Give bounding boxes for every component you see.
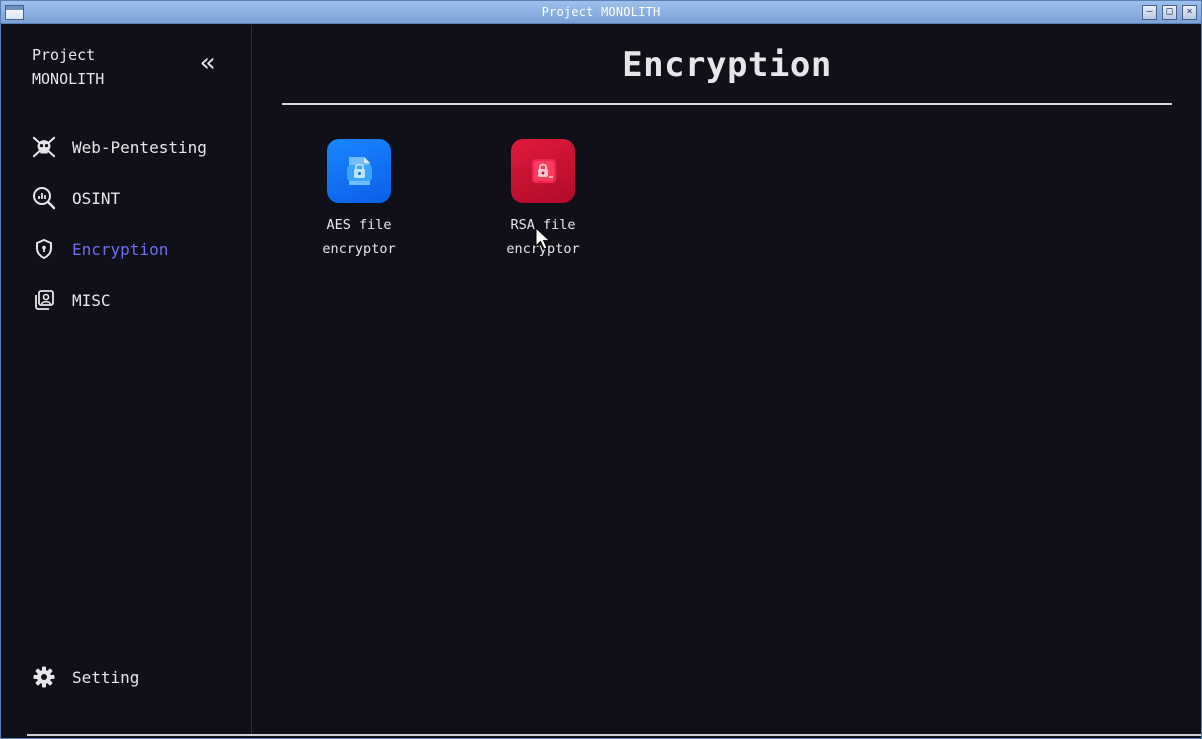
sidebar-item-label: OSINT bbox=[72, 188, 121, 208]
sidebar-item-label: Web-Pentesting bbox=[72, 137, 207, 157]
sidebar-item-encryption[interactable]: Encryption bbox=[32, 235, 168, 263]
maximize-button[interactable]: □ bbox=[1162, 5, 1177, 20]
blue-lock-file-icon[interactable] bbox=[327, 139, 391, 203]
sidebar: Project MONOLITH « Web-Pentesting OSINT … bbox=[2, 25, 252, 735]
page-title: Encryption bbox=[622, 45, 832, 85]
tool-tile-aes[interactable]: AES file encryptor bbox=[304, 139, 414, 261]
app-window: Project MONOLITH – □ × Project MONOLITH … bbox=[0, 0, 1202, 739]
skull-crossbones-icon bbox=[32, 135, 56, 159]
minimize-button[interactable]: – bbox=[1142, 5, 1157, 20]
sidebar-item-web-pentesting[interactable]: Web-Pentesting bbox=[32, 133, 207, 161]
sidebar-item-setting[interactable]: Setting bbox=[32, 663, 139, 691]
app-brand: Project MONOLITH bbox=[32, 46, 105, 88]
bottom-edge bbox=[27, 734, 1201, 736]
red-lock-file-icon[interactable] bbox=[511, 139, 575, 203]
sidebar-item-label: Setting bbox=[72, 667, 140, 687]
window-title: Project MONOLITH bbox=[541, 5, 661, 19]
title-bar[interactable]: Project MONOLITH – □ × bbox=[1, 1, 1201, 24]
sidebar-item-misc[interactable]: MISC bbox=[32, 286, 111, 314]
sidebar-item-label: Encryption bbox=[72, 239, 169, 259]
tool-label: AES file encryptor bbox=[322, 217, 396, 257]
mouse-cursor-icon bbox=[535, 227, 551, 250]
title-divider bbox=[282, 103, 1172, 105]
collapse-sidebar-button[interactable]: « bbox=[200, 50, 220, 76]
main-content: Encryption AES file encryptor RSA file e… bbox=[253, 25, 1201, 735]
photo-stack-icon bbox=[32, 288, 56, 312]
shield-icon bbox=[32, 237, 56, 261]
close-button[interactable]: × bbox=[1182, 5, 1197, 20]
sidebar-item-label: MISC bbox=[72, 290, 111, 310]
sidebar-item-osint[interactable]: OSINT bbox=[32, 184, 120, 212]
search-chart-icon bbox=[32, 186, 56, 210]
gear-icon bbox=[32, 665, 56, 689]
